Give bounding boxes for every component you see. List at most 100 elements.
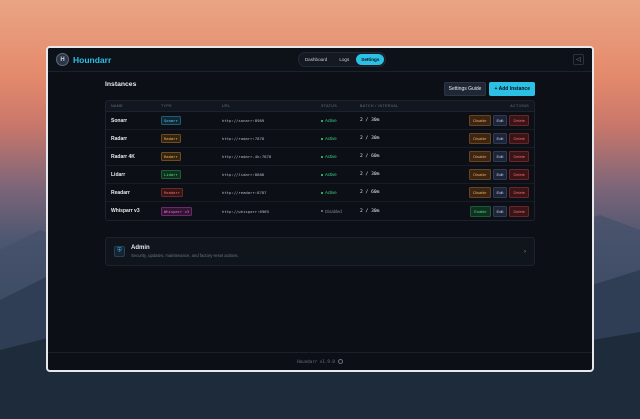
row-actions: Disable Edit Delete bbox=[420, 151, 534, 162]
status-dot-icon bbox=[321, 119, 323, 122]
disable-button[interactable]: Disable bbox=[469, 187, 491, 198]
edit-button[interactable]: Edit bbox=[492, 187, 508, 198]
houndarr-logo-icon: H bbox=[56, 53, 69, 66]
edit-button[interactable]: Edit bbox=[492, 115, 508, 126]
batch-interval: 2 / 60m bbox=[360, 154, 380, 159]
type-badge: Sonarr bbox=[161, 116, 181, 125]
admin-subtitle: Security, updates, maintenance, and fact… bbox=[131, 253, 239, 258]
enable-button[interactable]: Enable bbox=[470, 205, 491, 217]
delete-button[interactable]: Delete bbox=[509, 169, 529, 180]
top-bar: H Houndarr Dashboard Logs Settings ◁ bbox=[48, 48, 592, 72]
admin-panel[interactable]: ⛨ Admin Security, updates, maintenance, … bbox=[105, 237, 535, 266]
header-batch: BATCH / INTERVAL bbox=[360, 104, 399, 108]
instance-url: http://whisparr:6969 bbox=[222, 208, 269, 214]
status-badge: Active bbox=[321, 118, 360, 123]
status-badge: Active bbox=[321, 154, 360, 159]
instance-name: Whisparr v3 bbox=[111, 208, 140, 214]
table-row: Radarr Radarr http://radarr:7878 Active … bbox=[106, 130, 534, 148]
instance-name: Sonarr bbox=[111, 117, 128, 124]
instance-name: Radarr bbox=[111, 135, 128, 142]
table-row: Sonarr Sonarr http://sonarr:8989 Active … bbox=[106, 112, 534, 130]
table-row: Whisparr v3 Whisparr v3 http://whisparr:… bbox=[106, 202, 534, 220]
nav-settings[interactable]: Settings bbox=[356, 54, 385, 65]
brand[interactable]: H Houndarr bbox=[56, 53, 111, 66]
type-badge: Whisparr v3 bbox=[161, 206, 193, 216]
disable-button[interactable]: Disable bbox=[469, 115, 491, 126]
status-dot-icon bbox=[321, 191, 323, 194]
sidebar-toggle-icon[interactable]: ◁ bbox=[572, 54, 584, 65]
status-text: Active bbox=[325, 136, 337, 141]
settings-guide-button[interactable]: Settings Guide bbox=[443, 82, 487, 96]
header-name: NAME bbox=[111, 104, 123, 108]
status-text: Disabled bbox=[325, 208, 342, 214]
row-actions: Enable Edit Delete bbox=[420, 205, 534, 217]
instance-url: http://lidarr:8686 bbox=[222, 172, 265, 177]
status-dot-icon bbox=[321, 210, 323, 213]
add-instance-button[interactable]: + Add Instance bbox=[489, 82, 535, 96]
status-text: Active bbox=[325, 190, 337, 195]
nav-logs[interactable]: Logs bbox=[334, 54, 354, 65]
row-actions: Disable Edit Delete bbox=[420, 133, 534, 144]
instance-url: http://radarr-4k:7878 bbox=[222, 154, 272, 159]
app-window: H Houndarr Dashboard Logs Settings ◁ Ins… bbox=[46, 46, 594, 372]
shield-icon: ⛨ bbox=[114, 246, 125, 257]
instance-name: Lidarr bbox=[111, 171, 126, 178]
admin-title: Admin bbox=[131, 245, 150, 251]
main-nav: Dashboard Logs Settings bbox=[297, 52, 387, 67]
instances-table: NAME TYPE URL STATUS BATCH / INTERVAL AC… bbox=[105, 100, 535, 221]
delete-button[interactable]: Delete bbox=[509, 115, 529, 126]
edit-button[interactable]: Edit bbox=[492, 133, 508, 144]
delete-button[interactable]: Delete bbox=[509, 133, 529, 144]
status-text: Active bbox=[325, 172, 337, 177]
batch-interval: 2 / 30m bbox=[360, 208, 380, 214]
header-actions: Settings Guide + Add Instance bbox=[443, 82, 535, 96]
instance-url: http://sonarr:8989 bbox=[222, 118, 265, 123]
github-icon[interactable] bbox=[337, 359, 343, 364]
table-row: Readarr Readarr http://readarr:8787 Acti… bbox=[106, 184, 534, 202]
app-name: Houndarr bbox=[73, 54, 112, 65]
delete-button[interactable]: Delete bbox=[509, 187, 529, 198]
nav-dashboard[interactable]: Dashboard bbox=[300, 54, 332, 65]
table-row: Lidarr Lidarr http://lidarr:8686 Active … bbox=[106, 166, 534, 184]
status-dot-icon bbox=[321, 173, 323, 176]
edit-button[interactable]: Edit bbox=[492, 169, 508, 180]
type-badge: Readarr bbox=[161, 188, 184, 197]
table-row: Radarr 4K Radarr http://radarr-4k:7878 A… bbox=[106, 148, 534, 166]
instance-name: Readarr bbox=[111, 189, 130, 196]
disable-button[interactable]: Disable bbox=[469, 169, 491, 180]
status-text: Active bbox=[325, 118, 337, 123]
chevron-right-icon: › bbox=[524, 248, 526, 255]
edit-button[interactable]: Edit bbox=[492, 151, 508, 162]
version-text: Houndarr v1.9.0 bbox=[297, 359, 335, 364]
instances-header: Instances Settings Guide + Add Instance bbox=[105, 80, 535, 96]
status-badge: Active bbox=[321, 136, 360, 141]
status-dot-icon bbox=[321, 137, 323, 140]
instance-url: http://readarr:8787 bbox=[222, 190, 267, 195]
instance-url: http://radarr:7878 bbox=[222, 136, 265, 141]
header-type: TYPE bbox=[161, 104, 172, 108]
delete-button[interactable]: Delete bbox=[509, 205, 529, 217]
header-url: URL bbox=[222, 104, 231, 108]
type-badge: Radarr bbox=[161, 152, 181, 161]
row-actions: Disable Edit Delete bbox=[420, 169, 534, 180]
header-actions-col: ACTIONS bbox=[510, 104, 529, 108]
edit-button[interactable]: Edit bbox=[492, 205, 508, 217]
instance-name: Radarr 4K bbox=[111, 153, 135, 160]
batch-interval: 2 / 30m bbox=[360, 172, 380, 177]
row-actions: Disable Edit Delete bbox=[420, 187, 534, 198]
batch-interval: 2 / 60m bbox=[360, 190, 380, 195]
status-badge: Disabled bbox=[321, 209, 360, 214]
disable-button[interactable]: Disable bbox=[469, 133, 491, 144]
footer: Houndarr v1.9.0 bbox=[48, 352, 592, 370]
type-badge: Radarr bbox=[161, 134, 181, 143]
status-dot-icon bbox=[321, 155, 323, 158]
type-badge: Lidarr bbox=[161, 170, 181, 179]
batch-interval: 2 / 30m bbox=[360, 118, 380, 123]
page-title: Instances bbox=[105, 80, 137, 88]
disable-button[interactable]: Disable bbox=[469, 151, 491, 162]
batch-interval: 2 / 30m bbox=[360, 136, 380, 141]
status-text: Active bbox=[325, 154, 337, 159]
header-status: STATUS bbox=[321, 104, 338, 108]
row-actions: Disable Edit Delete bbox=[420, 115, 534, 126]
delete-button[interactable]: Delete bbox=[509, 151, 529, 162]
